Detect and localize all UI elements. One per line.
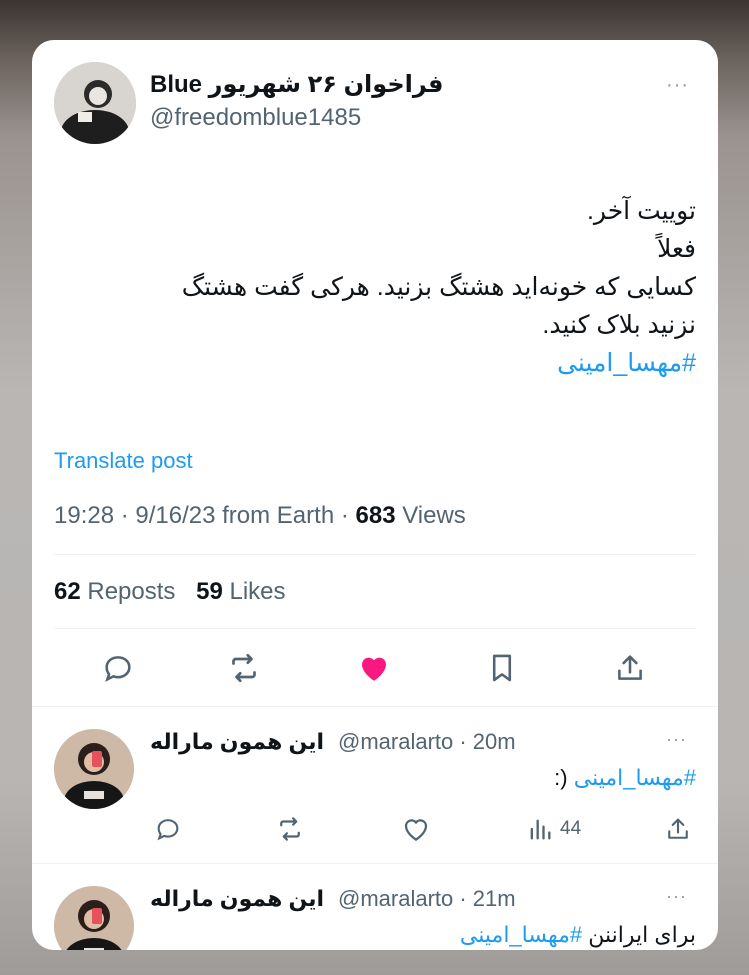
views-button[interactable]: 44 <box>526 811 581 847</box>
post-line: کسایی که خونه‌اید هشتگ بزنید. هرکی گفت ه… <box>181 273 696 301</box>
like-button[interactable] <box>398 811 434 847</box>
likes-stat[interactable]: 59 Likes <box>196 578 285 605</box>
divider <box>54 628 696 629</box>
analytics-icon <box>530 819 551 840</box>
like-button[interactable] <box>354 648 394 688</box>
reply-item[interactable]: این همون ماراله @maralarto · 20m ··· #مه… <box>32 707 718 863</box>
hashtag-link[interactable]: #مهسا_امینی <box>460 922 582 947</box>
share-button[interactable] <box>610 648 650 688</box>
post-body: توییت آخر. فعلاً کسایی که خونه‌اید هشتگ … <box>76 192 696 382</box>
post-line: فعلاً <box>657 235 696 263</box>
reposts-stat[interactable]: 62 Reposts <box>54 578 175 605</box>
avatar[interactable] <box>54 729 134 809</box>
share-icon <box>668 818 688 839</box>
post-meta: 19:28 · 9/16/23 from Earth · 683 Views <box>54 502 466 530</box>
repost-icon <box>280 817 300 841</box>
engagement-stats: 62 Reposts 59 Likes <box>54 578 286 606</box>
reply-button[interactable] <box>150 811 186 847</box>
hashtag-link[interactable]: #مهسا_امینی <box>574 765 696 790</box>
heart-icon <box>362 657 386 681</box>
divider <box>54 554 696 555</box>
reply-text-content: (: <box>554 765 568 790</box>
repost-button[interactable] <box>224 648 264 688</box>
share-button[interactable] <box>660 811 696 847</box>
display-name[interactable]: فراخوان ۲۶ شهریور Blue <box>150 70 444 99</box>
heart-outline-icon <box>404 819 428 841</box>
post-card: فراخوان ۲۶ شهریور Blue @freedomblue1485 … <box>32 40 718 950</box>
reply-text: #مهسا_امینی (: <box>554 765 696 791</box>
reply-icon <box>105 656 131 682</box>
reply-button[interactable] <box>98 648 138 688</box>
handle[interactable]: @maralarto · 21m <box>338 886 516 912</box>
display-name[interactable]: این همون ماراله <box>150 729 324 755</box>
avatar[interactable] <box>54 62 136 144</box>
bookmark-button[interactable] <box>482 648 522 688</box>
views-label: Views <box>395 502 466 529</box>
reply-text: برای ایراننن #مهسا_امینی <box>460 922 696 948</box>
timestamp[interactable]: 19:28 · 9/16/23 from Earth · <box>54 502 356 529</box>
more-icon[interactable]: ··· <box>666 74 689 97</box>
views-count: 44 <box>560 818 582 839</box>
hashtag-link[interactable]: #مهسا_امینی <box>76 344 696 382</box>
repost-icon <box>232 653 256 683</box>
reply-icon <box>157 819 179 841</box>
reply-item[interactable]: این همون ماراله @maralarto · 21m ··· برا… <box>32 864 718 950</box>
post-line: توییت آخر. <box>586 197 696 225</box>
bookmark-icon <box>492 654 512 682</box>
share-icon <box>618 655 642 680</box>
display-name[interactable]: این همون ماراله <box>150 886 324 912</box>
more-icon[interactable]: ··· <box>666 729 687 750</box>
handle[interactable]: @maralarto · 20m <box>338 729 516 755</box>
views-count: 683 <box>355 502 396 529</box>
post-line: نزنید بلاک کنید. <box>542 311 696 339</box>
more-icon[interactable]: ··· <box>666 886 687 907</box>
avatar[interactable] <box>54 886 134 950</box>
handle[interactable]: @freedomblue1485 <box>150 104 361 132</box>
translate-link[interactable]: Translate post <box>54 448 193 474</box>
reply-text-content: برای ایراننن <box>588 922 696 947</box>
repost-button[interactable] <box>272 811 308 847</box>
